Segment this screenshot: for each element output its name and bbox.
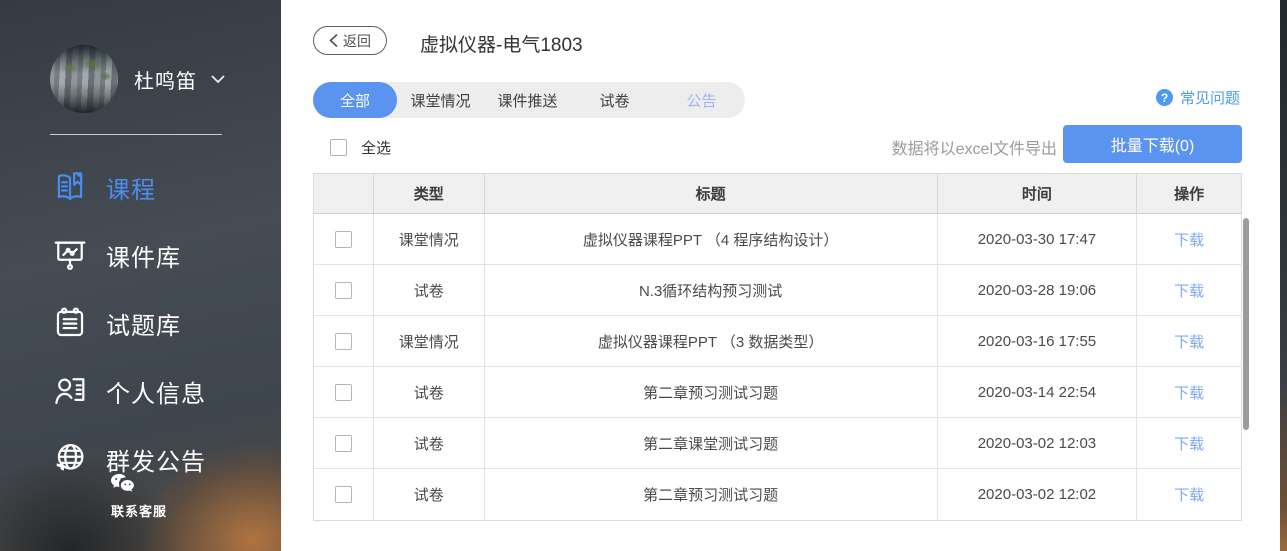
table-body: 课堂情况 虚拟仪器课程PPT （4 程序结构设计） 2020-03-30 17:…: [314, 214, 1241, 520]
table-row: 试卷 第二章课堂测试习题 2020-03-02 12:03 下载: [314, 418, 1241, 469]
chevron-down-icon: [211, 75, 225, 84]
tab-all[interactable]: 全部: [313, 82, 397, 118]
wechat-icon: [108, 472, 170, 498]
row-time: 2020-03-30 17:47: [938, 214, 1138, 265]
sidebar-item-label: 课程: [106, 170, 156, 205]
chevron-left-icon: [329, 34, 338, 47]
sidebar-item-personal-info[interactable]: 个人信息: [0, 357, 281, 425]
tab-exam[interactable]: 试卷: [571, 82, 658, 118]
row-type: 课堂情况: [374, 214, 485, 265]
header-title: 标题: [485, 174, 938, 214]
row-time: 2020-03-02 12:03: [938, 418, 1138, 469]
header-checkbox-cell: [314, 174, 374, 214]
row-title: 虚拟仪器课程PPT （4 程序结构设计）: [485, 214, 938, 265]
export-hint: 数据将以excel文件导出: [892, 135, 1057, 159]
row-checkbox[interactable]: [335, 435, 352, 452]
sidebar-item-label: 课件库: [106, 238, 181, 273]
row-type: 试卷: [374, 265, 485, 316]
back-label: 返回: [343, 31, 371, 51]
sidebar: 杜鸣笛 课程: [0, 0, 281, 551]
tab-courseware-push[interactable]: 课件推送: [484, 82, 571, 118]
download-link[interactable]: 下载: [1174, 484, 1204, 505]
table-row: 课堂情况 虚拟仪器课程PPT （3 数据类型） 2020-03-16 17:55…: [314, 316, 1241, 367]
presentation-icon: [50, 235, 90, 275]
faq-link[interactable]: ? 常见问题: [1156, 87, 1240, 108]
row-title: 第二章预习测试习题: [485, 367, 938, 418]
sidebar-nav: 课程 课件库: [0, 153, 281, 493]
sidebar-item-question-bank[interactable]: 试题库: [0, 289, 281, 357]
header-operation: 操作: [1137, 174, 1241, 214]
row-title: N.3循环结构预习测试: [485, 265, 938, 316]
row-time: 2020-03-02 12:02: [938, 469, 1138, 520]
vertical-scrollbar[interactable]: [1243, 218, 1249, 430]
person-card-icon: [50, 371, 90, 411]
tab-announcement[interactable]: 公告: [658, 82, 745, 118]
globe-megaphone-icon: [50, 439, 90, 479]
table-row: 试卷 N.3循环结构预习测试 2020-03-28 19:06 下载: [314, 265, 1241, 316]
select-all[interactable]: 全选: [330, 137, 391, 158]
select-all-label: 全选: [361, 137, 391, 158]
header-type: 类型: [374, 174, 485, 214]
row-type: 试卷: [374, 469, 485, 520]
book-icon: [50, 167, 90, 207]
username: 杜鸣笛: [134, 65, 197, 94]
page-title: 虚拟仪器-电气1803: [420, 30, 583, 57]
download-link[interactable]: 下载: [1174, 382, 1204, 403]
contact-support[interactable]: 联系客服: [108, 472, 170, 520]
faq-label: 常见问题: [1180, 87, 1240, 108]
download-link[interactable]: 下载: [1174, 433, 1204, 454]
select-all-checkbox[interactable]: [330, 139, 347, 156]
row-type: 试卷: [374, 418, 485, 469]
row-checkbox[interactable]: [335, 231, 352, 248]
row-checkbox[interactable]: [335, 486, 352, 503]
tab-bar: 全部 课堂情况 课件推送 试卷 公告: [313, 82, 745, 118]
notebook-icon: [50, 303, 90, 343]
download-link[interactable]: 下载: [1174, 331, 1204, 352]
app-window: 杜鸣笛 课程: [0, 0, 1287, 551]
batch-download-button[interactable]: 批量下载(0): [1063, 125, 1242, 163]
table-row: 试卷 第二章预习测试习题 2020-03-14 22:54 下载: [314, 367, 1241, 418]
avatar[interactable]: [50, 45, 118, 113]
table-row: 课堂情况 虚拟仪器课程PPT （4 程序结构设计） 2020-03-30 17:…: [314, 214, 1241, 265]
contact-label: 联系客服: [108, 501, 170, 520]
row-checkbox[interactable]: [335, 384, 352, 401]
row-type: 课堂情况: [374, 316, 485, 367]
row-title: 虚拟仪器课程PPT （3 数据类型）: [485, 316, 938, 367]
row-time: 2020-03-16 17:55: [938, 316, 1138, 367]
row-time: 2020-03-28 19:06: [938, 265, 1138, 316]
back-button[interactable]: 返回: [313, 26, 387, 55]
row-checkbox[interactable]: [335, 282, 352, 299]
row-checkbox[interactable]: [335, 333, 352, 350]
table-header-row: 类型 标题 时间 操作: [314, 174, 1241, 214]
sidebar-item-courses[interactable]: 课程: [0, 153, 281, 221]
sidebar-item-label: 个人信息: [106, 374, 206, 409]
sidebar-divider: [50, 134, 222, 135]
table-row: 试卷 第二章预习测试习题 2020-03-02 12:02 下载: [314, 469, 1241, 520]
download-link[interactable]: 下载: [1174, 229, 1204, 250]
main-content: 返回 虚拟仪器-电气1803 全部 课堂情况 课件推送 试卷 公告 ? 常见问题…: [281, 0, 1280, 551]
row-time: 2020-03-14 22:54: [938, 367, 1138, 418]
tab-class-status[interactable]: 课堂情况: [397, 82, 484, 118]
sidebar-item-courseware-library[interactable]: 课件库: [0, 221, 281, 289]
records-table: 类型 标题 时间 操作 课堂情况 虚拟仪器课程PPT （4 程序结构设计） 20…: [313, 173, 1242, 521]
header-time: 时间: [938, 174, 1138, 214]
user-menu[interactable]: 杜鸣笛: [50, 45, 225, 113]
row-title: 第二章课堂测试习题: [485, 418, 938, 469]
question-circle-icon: ?: [1156, 89, 1173, 106]
row-title: 第二章预习测试习题: [485, 469, 938, 520]
row-type: 试卷: [374, 367, 485, 418]
sidebar-item-label: 试题库: [106, 306, 181, 341]
download-link[interactable]: 下载: [1174, 280, 1204, 301]
